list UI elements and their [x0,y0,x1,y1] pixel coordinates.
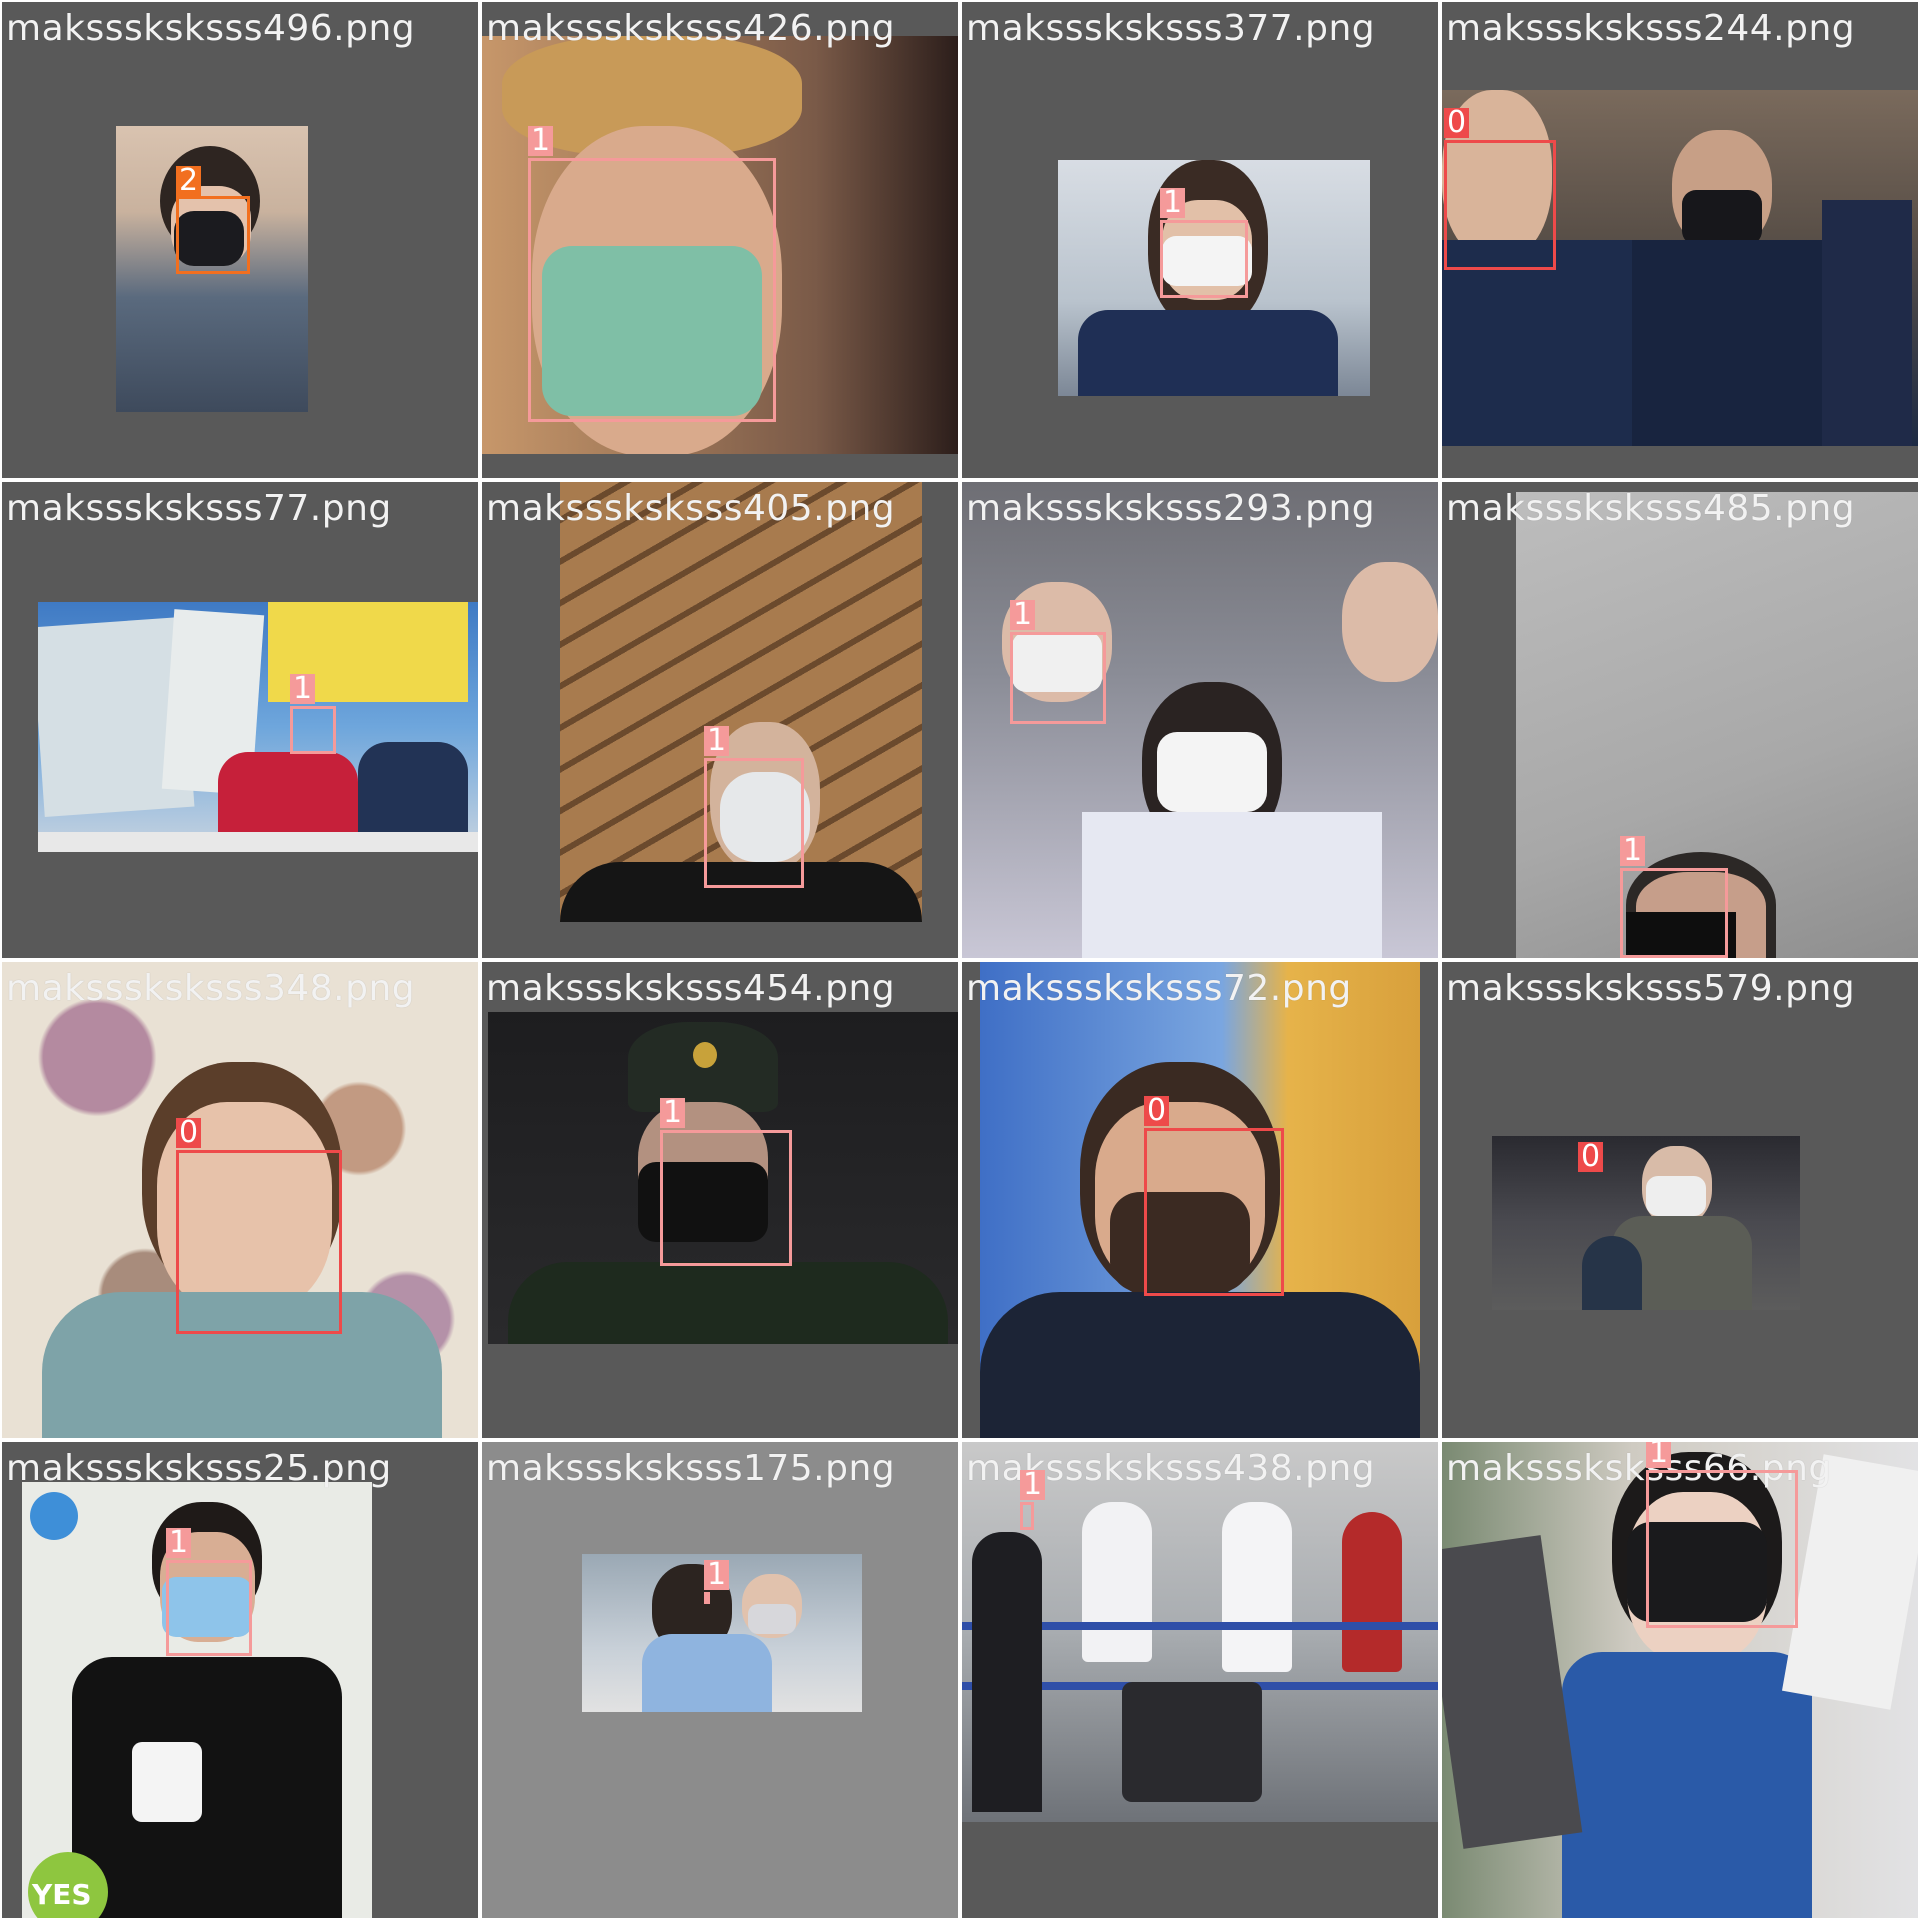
filename: maksssksksss426.png [486,8,896,49]
tile[interactable]: 1 maksssksksss485.png [1442,482,1918,958]
bbox-class-1 [166,1560,252,1656]
tile[interactable]: 1 maksssksksss377.png [962,2,1438,478]
bbox-label: 1 [166,1528,192,1558]
tile[interactable]: 1 maksssksksss66.png [1442,1442,1918,1918]
filename: maksssksksss485.png [1446,488,1856,529]
tile[interactable]: 1 maksssksksss426.png [482,2,958,478]
bbox-class-0 [176,1150,342,1334]
bbox-label: 1 [1646,1442,1672,1468]
filename: maksssksksss77.png [6,488,392,529]
bbox-label: 1 [704,1560,730,1590]
filename: maksssksksss405.png [486,488,896,529]
tile[interactable]: 2 maksssksksss496.png [2,2,478,478]
bbox-class-2 [176,196,250,274]
tile[interactable]: 1 maksssksksss77.png [2,482,478,958]
bbox-class-1 [1646,1470,1798,1628]
photo [1492,1136,1800,1310]
filename: maksssksksss579.png [1446,968,1856,1009]
bbox-class-0 [1144,1128,1284,1296]
tile[interactable]: 0 maksssksksss72.png [962,962,1438,1438]
photo: YES [22,1482,372,1918]
bbox-class-1 [704,758,804,888]
bbox-class-0 [1444,140,1556,270]
bbox-label: 1 [1020,1470,1046,1500]
tile[interactable]: YES 1 maksssksksss25.png [2,1442,478,1918]
filename: maksssksksss377.png [966,8,1376,49]
tile[interactable]: 1 maksssksksss454.png [482,962,958,1438]
tile[interactable]: 1 maksssksksss405.png [482,482,958,958]
bbox-class-1 [704,1592,710,1604]
bbox-label: 1 [528,126,554,156]
filename: maksssksksss72.png [966,968,1352,1009]
bbox-class-1 [528,158,776,422]
tile[interactable]: 1 maksssksksss175.png [482,1442,958,1918]
filename: maksssksksss25.png [6,1448,392,1489]
mosaic-grid: 2 maksssksksss496.png 1 maksssksksss426.… [0,0,1920,1920]
filename: maksssksksss244.png [1446,8,1856,49]
tile[interactable]: 0 maksssksksss348.png [2,962,478,1438]
tile[interactable]: 0 maksssksksss244.png [1442,2,1918,478]
filename: maksssksksss348.png [6,968,416,1009]
tile[interactable]: 0 maksssksksss579.png [1442,962,1918,1438]
bbox-class-1 [290,706,336,754]
badge-text: YES [32,1878,92,1911]
photo [38,602,478,852]
tile[interactable]: 1 maksssksksss293.png [962,482,1438,958]
filename: maksssksksss454.png [486,968,896,1009]
bbox-class-1 [1160,220,1248,298]
bbox-class-1 [1020,1502,1034,1530]
bbox-label: 0 [1444,108,1470,138]
tile[interactable]: 1 maksssksksss438.png [962,1442,1438,1918]
filename: maksssksksss496.png [6,8,416,49]
bbox-class-1 [660,1130,792,1266]
bbox-label: 1 [704,726,730,756]
bbox-label: 1 [290,674,316,704]
bbox-class-1 [1620,868,1728,958]
bbox-label: 2 [176,166,202,196]
bbox-label: 0 [1144,1096,1170,1126]
bbox-label: 0 [176,1118,202,1148]
bbox-label: 1 [1010,600,1036,630]
bbox-label: 1 [1160,188,1186,218]
bbox-label: 1 [660,1098,686,1128]
bbox-label: 1 [1620,836,1646,866]
bbox-label: 0 [1578,1142,1604,1172]
filename: maksssksksss293.png [966,488,1376,529]
filename: maksssksksss175.png [486,1448,896,1489]
bbox-class-1 [1010,632,1106,724]
